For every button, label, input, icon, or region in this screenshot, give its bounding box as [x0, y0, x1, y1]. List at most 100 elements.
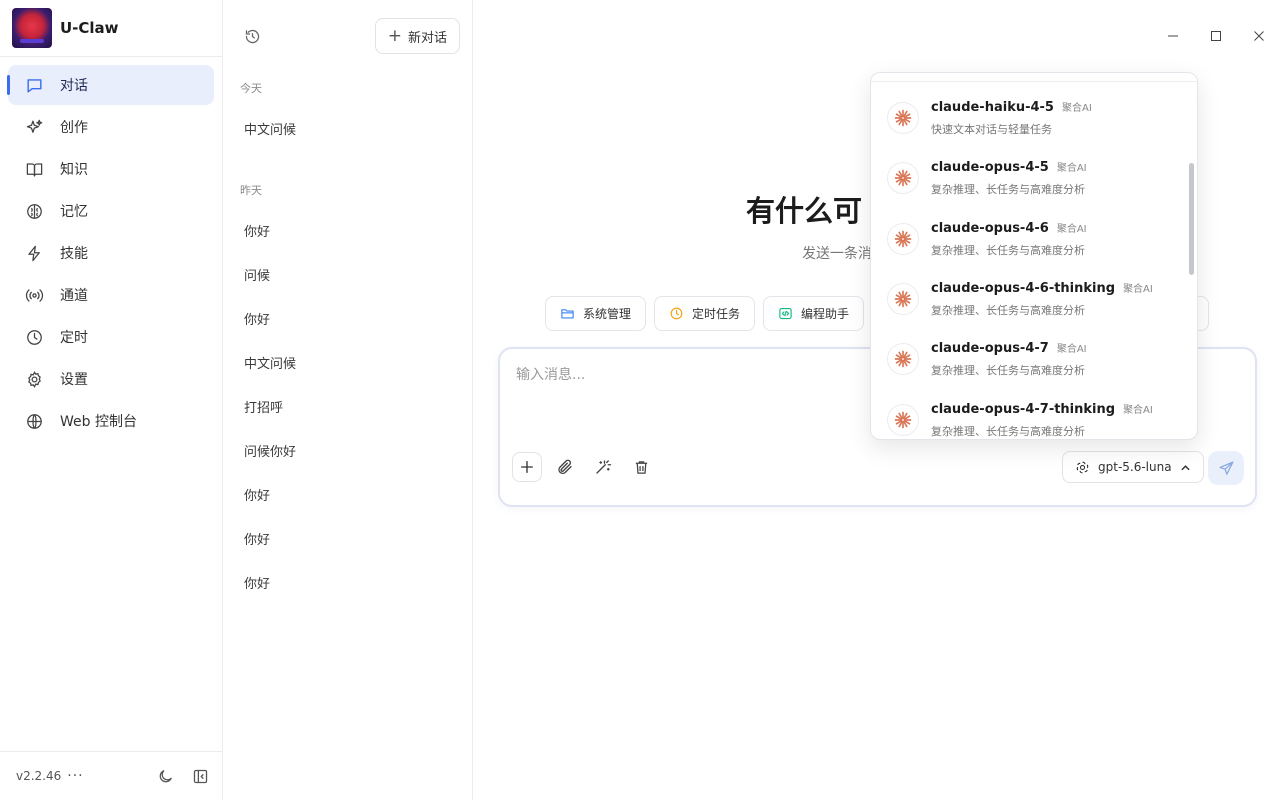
minimize-icon[interactable]: [1151, 14, 1194, 58]
app-header: U-Claw: [0, 0, 222, 57]
sidebar-item-label: 对话: [60, 78, 88, 94]
history-toolbar: + 新对话: [224, 0, 472, 72]
moon-icon[interactable]: [157, 768, 174, 785]
model-list: claude-haiku-4-5 聚合AI 快速文本对话与轻量任务 claude-op…: [871, 88, 1189, 439]
sidebar-item-label: Web 控制台: [60, 414, 137, 430]
new-chat-label: 新对话: [407, 30, 447, 46]
app-title: U-Claw: [60, 19, 119, 37]
attach-button[interactable]: [550, 452, 580, 482]
plus-icon: +: [387, 25, 402, 46]
history-item[interactable]: 你好: [224, 208, 472, 252]
sidebar-item-chat[interactable]: 对话: [7, 65, 214, 105]
model-description: 复杂推理、长任务与高难度分析: [931, 183, 1085, 197]
more-menu-button[interactable]: ···: [67, 768, 83, 784]
history-group-label: 昨天: [240, 184, 262, 197]
model-option-header: claude-opus-4-7 聚合AI: [931, 340, 1087, 356]
history-item[interactable]: 中文问候: [224, 340, 472, 384]
model-dropdown: claude-haiku-4-5 聚合AI 快速文本对话与轻量任务 claude-op…: [870, 72, 1198, 440]
app-logo: [12, 8, 52, 48]
sidebar-item-channels[interactable]: 通道: [8, 275, 214, 315]
model-name: claude-opus-4-5: [931, 160, 1049, 176]
close-icon[interactable]: [1237, 14, 1280, 58]
history-item[interactable]: 你好: [224, 516, 472, 560]
quick-action-system[interactable]: 系统管理: [545, 296, 647, 331]
history-item[interactable]: 问候你好: [224, 428, 472, 472]
claude-logo-icon: [887, 102, 919, 135]
quick-action-label: 编程助手: [801, 307, 850, 321]
history-group-label: 今天: [240, 82, 262, 95]
magic-button[interactable]: [588, 452, 618, 482]
sparkle-icon: [24, 117, 44, 137]
model-option[interactable]: claude-haiku-4-5 聚合AI 快速文本对话与轻量任务: [871, 88, 1189, 148]
model-option[interactable]: claude-opus-4-5 聚合AI 复杂推理、长任务与高难度分析: [871, 148, 1189, 208]
conversation-history: + 新对话 今天 中文问候 昨天 你好 问候 你好 中文问候 打招呼 问候你好 …: [224, 0, 473, 800]
code-icon: [779, 307, 792, 320]
sidebar-item-label: 设置: [60, 372, 88, 388]
folder-icon: [561, 309, 574, 319]
model-option[interactable]: claude-opus-4-7-thinking 聚合AI 复杂推理、长任务与高难度…: [871, 389, 1189, 439]
history-item[interactable]: 你好: [224, 472, 472, 516]
quick-action-label: 定时任务: [692, 307, 741, 321]
paperclip-icon: [558, 459, 572, 474]
dropdown-scrollbar-thumb[interactable]: [1189, 163, 1194, 275]
maximize-icon[interactable]: [1194, 14, 1237, 58]
collapse-sidebar-icon[interactable]: [192, 768, 209, 785]
sidebar-item-settings[interactable]: 设置: [8, 359, 214, 399]
send-button[interactable]: [1208, 451, 1244, 485]
history-item[interactable]: 中文问候: [224, 106, 472, 150]
plus-icon: [521, 461, 533, 473]
model-option-text: claude-haiku-4-5 聚合AI 快速文本对话与轻量任务: [931, 99, 1092, 137]
model-option[interactable]: claude-opus-4-7 聚合AI 复杂推理、长任务与高难度分析: [871, 329, 1189, 389]
trash-icon: [635, 460, 647, 474]
gear-icon: [24, 369, 44, 389]
sidebar-item-memory[interactable]: 记忆: [8, 191, 214, 231]
model-option[interactable]: claude-opus-4-6-thinking 聚合AI 复杂推理、长任务与高难度…: [871, 269, 1189, 329]
history-item[interactable]: 打招呼: [224, 384, 472, 428]
quick-action-coding[interactable]: 编程助手: [763, 296, 865, 331]
history-item[interactable]: 你好: [224, 296, 472, 340]
window-controls: [1151, 14, 1280, 58]
quick-action-schedule[interactable]: 定时任务: [654, 296, 756, 331]
model-selector[interactable]: gpt-5.6-luna: [1062, 451, 1204, 483]
model-option-header: claude-opus-4-6-thinking 聚合AI: [931, 280, 1153, 296]
sidebar-item-label: 技能: [60, 246, 88, 262]
model-name: claude-haiku-4-5: [931, 100, 1054, 116]
welcome-subtitle: 发送一条消: [802, 246, 872, 262]
model-provider: 聚合AI: [1056, 344, 1087, 356]
history-icon[interactable]: [244, 28, 261, 45]
add-button[interactable]: [512, 452, 542, 482]
model-provider: 聚合AI: [1056, 223, 1087, 235]
sidebar-item-schedule[interactable]: 定时: [8, 317, 214, 357]
model-provider: 聚合AI: [1061, 103, 1092, 115]
model-provider: 聚合AI: [1056, 163, 1087, 175]
model-option-header: claude-opus-4-5 聚合AI: [931, 159, 1087, 175]
claude-logo-icon: [887, 283, 919, 316]
history-item[interactable]: 你好: [224, 560, 472, 604]
sidebar-nav: 对话 创作 知识 记忆 技能 通道 定时 设置 Web 控制台: [0, 57, 222, 441]
model-name: claude-opus-4-7: [931, 341, 1049, 357]
globe-icon: [24, 411, 44, 431]
model-name: claude-opus-4-6: [931, 220, 1049, 236]
claude-logo-icon: [887, 162, 919, 195]
sidebar-item-knowledge[interactable]: 知识: [8, 149, 214, 189]
quick-action-label: 系统管理: [583, 307, 632, 321]
sidebar-item-skills[interactable]: 技能: [8, 233, 214, 273]
claude-logo-icon: [887, 343, 919, 376]
quick-actions: 系统管理 定时任务 编程助手: [545, 296, 865, 331]
model-description: 复杂推理、长任务与高难度分析: [931, 304, 1085, 318]
new-chat-button[interactable]: + 新对话: [374, 18, 460, 54]
model-option-text: claude-opus-4-7 聚合AI 复杂推理、长任务与高难度分析: [931, 340, 1087, 378]
clear-button[interactable]: [626, 452, 656, 482]
model-description: 复杂推理、长任务与高难度分析: [931, 364, 1085, 378]
sidebar-item-create[interactable]: 创作: [8, 107, 214, 147]
sidebar-item-web-console[interactable]: Web 控制台: [8, 401, 214, 441]
lightning-icon: [24, 243, 44, 263]
sidebar-item-label: 通道: [60, 288, 88, 304]
history-item[interactable]: 问候: [224, 252, 472, 296]
sidebar-footer: v2.2.46 ···: [0, 751, 223, 800]
app-version: v2.2.46: [16, 769, 62, 783]
magic-wand-icon: [596, 460, 612, 474]
welcome-title: 有什么可: [746, 194, 863, 228]
model-name: claude-opus-4-7-thinking: [931, 401, 1116, 417]
model-option[interactable]: claude-opus-4-6 聚合AI 复杂推理、长任务与高难度分析: [871, 209, 1189, 269]
